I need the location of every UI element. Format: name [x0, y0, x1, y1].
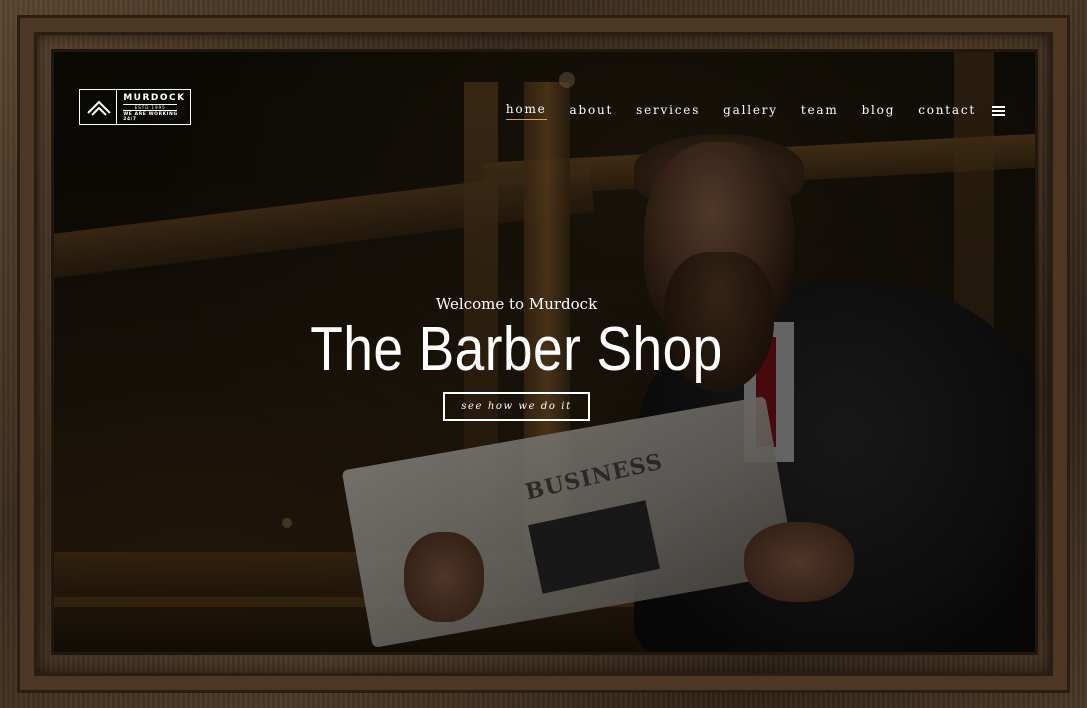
nav-item-services[interactable]: services	[636, 103, 700, 120]
logo-established: ESTD 1995	[123, 103, 178, 111]
nav-item-contact[interactable]: contact	[918, 103, 976, 120]
nav-item-gallery[interactable]: gallery	[723, 103, 778, 120]
hero-section: BUSINESS MURDOCK ESTD 1995 WE ARE WORKIN…	[54, 52, 1035, 652]
hero-title: The Barber Shop	[310, 315, 723, 384]
hero-content: Welcome to Murdock The Barber Shop see h…	[54, 295, 979, 422]
logo-name: MURDOCK	[123, 92, 186, 103]
hamburger-menu-icon[interactable]	[992, 104, 1005, 119]
main-navigation: home about services gallery team blog co…	[483, 102, 1005, 120]
hero-subtitle: Welcome to Murdock	[435, 295, 598, 313]
razor-logo-icon	[80, 90, 118, 124]
see-how-we-do-it-button[interactable]: see how we do it	[443, 392, 590, 422]
nav-item-team[interactable]: team	[801, 103, 839, 120]
logo-tagline: WE ARE WORKING 24/7	[123, 111, 178, 122]
nav-item-about[interactable]: about	[570, 103, 614, 120]
nav-item-blog[interactable]: blog	[862, 103, 896, 120]
site-logo[interactable]: MURDOCK ESTD 1995 WE ARE WORKING 24/7	[79, 89, 191, 125]
nav-item-home[interactable]: home	[505, 102, 547, 120]
